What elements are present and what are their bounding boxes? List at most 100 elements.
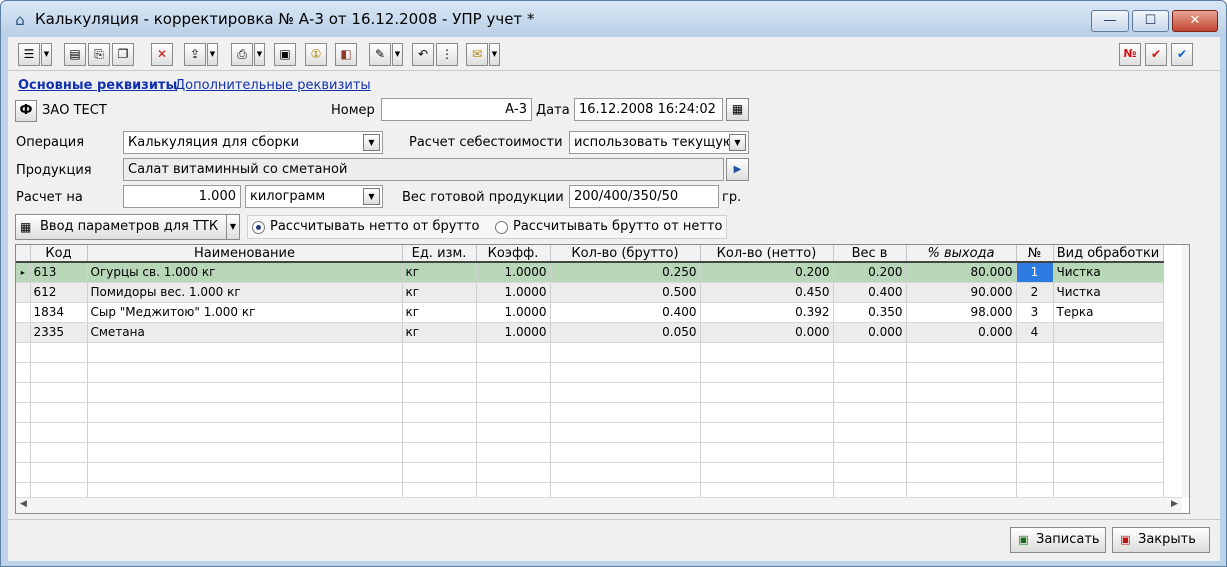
table-cell[interactable] bbox=[1016, 442, 1054, 463]
close-button[interactable]: ▣ Закрыть bbox=[1112, 527, 1210, 553]
table-cell[interactable] bbox=[476, 362, 551, 383]
table-row[interactable] bbox=[16, 382, 1164, 403]
row-indicator[interactable] bbox=[16, 462, 31, 483]
copy2-icon[interactable]: ❐ bbox=[112, 43, 134, 66]
calendar-icon[interactable]: ▦ bbox=[726, 98, 749, 121]
minimize-button[interactable]: — bbox=[1091, 10, 1129, 32]
table-cell[interactable] bbox=[87, 402, 403, 423]
column-header[interactable]: Кол-во (нетто) bbox=[700, 245, 834, 263]
check-blue-icon[interactable]: ✔ bbox=[1171, 43, 1193, 66]
table-cell[interactable] bbox=[906, 342, 1017, 363]
table-cell[interactable] bbox=[476, 402, 551, 423]
column-header[interactable]: Коэфф. bbox=[476, 245, 551, 263]
list-icon[interactable]: ☰ bbox=[18, 43, 40, 66]
table-cell[interactable] bbox=[833, 402, 907, 423]
check-red-icon[interactable]: ✔ bbox=[1145, 43, 1167, 66]
product-field[interactable]: Салат витаминный со сметаной bbox=[123, 158, 724, 181]
ttk-params-button[interactable]: ▦ Ввод параметров для ТТК bbox=[15, 214, 227, 240]
table-cell[interactable] bbox=[906, 362, 1017, 383]
row-indicator[interactable] bbox=[16, 302, 31, 323]
row-indicator[interactable] bbox=[16, 322, 31, 343]
table-cell[interactable] bbox=[30, 362, 88, 383]
table-cell[interactable] bbox=[833, 342, 907, 363]
table-cell[interactable]: Огурцы св. 1.000 кг bbox=[87, 262, 403, 283]
maximize-button[interactable]: ☐ bbox=[1132, 10, 1169, 32]
tab-main[interactable]: Основные реквизиты bbox=[18, 78, 177, 93]
table-cell[interactable] bbox=[1016, 382, 1054, 403]
table-cell[interactable] bbox=[402, 422, 477, 443]
export-dropdown[interactable]: ▼ bbox=[207, 43, 218, 66]
table-cell[interactable]: 0.200 bbox=[833, 262, 907, 283]
table-cell[interactable]: 90.000 bbox=[906, 282, 1017, 303]
weight-field[interactable]: 200/400/350/50 bbox=[569, 185, 719, 208]
table-cell[interactable] bbox=[1016, 342, 1054, 363]
table-cell[interactable]: 1.0000 bbox=[476, 282, 551, 303]
table-cell[interactable] bbox=[833, 422, 907, 443]
table-cell[interactable] bbox=[30, 462, 88, 483]
column-header[interactable]: Вес в bbox=[833, 245, 907, 263]
table-cell[interactable]: 612 bbox=[30, 282, 88, 303]
print-icon[interactable]: ⎙ bbox=[231, 43, 253, 66]
table-cell[interactable]: Терка bbox=[1053, 302, 1164, 323]
table-cell[interactable]: 2335 bbox=[30, 322, 88, 343]
table-cell[interactable]: кг bbox=[402, 322, 477, 343]
table-cell[interactable] bbox=[402, 382, 477, 403]
table-cell[interactable]: 0.000 bbox=[906, 322, 1017, 343]
table-cell[interactable] bbox=[550, 462, 701, 483]
chevron-down-icon[interactable]: ▼ bbox=[729, 134, 746, 151]
table-cell[interactable]: 0.400 bbox=[833, 282, 907, 303]
table-cell[interactable]: кг bbox=[402, 302, 477, 323]
ttk-params-dropdown[interactable]: ▼ bbox=[226, 214, 240, 240]
copy-icon[interactable]: ⎘ bbox=[88, 43, 110, 66]
table-cell[interactable] bbox=[833, 382, 907, 403]
table-cell[interactable]: 0.000 bbox=[833, 322, 907, 343]
print-dropdown[interactable]: ▼ bbox=[254, 43, 265, 66]
table-row[interactable]: 2335 Сметана кг 1.0000 0.050 0.000 0.000 0.000 4 bbox=[16, 322, 1164, 343]
table-cell[interactable] bbox=[402, 342, 477, 363]
radio-brutto-from-netto[interactable] bbox=[495, 221, 508, 234]
table-cell[interactable]: 1834 bbox=[30, 302, 88, 323]
scroll-left-icon[interactable]: ◀ bbox=[20, 499, 27, 509]
table-cell[interactable] bbox=[30, 342, 88, 363]
structure-icon[interactable]: ⋮ bbox=[436, 43, 458, 66]
column-header[interactable]: % выхода bbox=[906, 245, 1017, 263]
table-cell[interactable]: 4 bbox=[1016, 322, 1054, 343]
table-cell[interactable]: 2 bbox=[1016, 282, 1054, 303]
number-button[interactable]: № bbox=[1119, 43, 1141, 66]
table-cell[interactable] bbox=[1053, 362, 1164, 383]
table-cell[interactable] bbox=[476, 342, 551, 363]
envelope-dropdown[interactable]: ▼ bbox=[489, 43, 500, 66]
table-cell[interactable]: 1.0000 bbox=[476, 262, 551, 283]
envelope-icon[interactable]: ✉ bbox=[466, 43, 488, 66]
date-field[interactable]: 16.12.2008 16:24:02 bbox=[574, 98, 723, 121]
book-icon[interactable]: ◧ bbox=[335, 43, 357, 66]
table-cell[interactable]: Сметана bbox=[87, 322, 403, 343]
table-cell[interactable] bbox=[30, 382, 88, 403]
table-cell[interactable] bbox=[550, 402, 701, 423]
table-cell[interactable] bbox=[550, 342, 701, 363]
table-cell[interactable] bbox=[700, 442, 834, 463]
row-indicator[interactable] bbox=[16, 362, 31, 383]
edit-dropdown[interactable]: ▼ bbox=[392, 43, 403, 66]
coin-icon[interactable]: ① bbox=[305, 43, 327, 66]
delete-icon[interactable]: ✕ bbox=[151, 43, 173, 66]
table-cell[interactable]: 3 bbox=[1016, 302, 1054, 323]
table-cell[interactable]: 1.0000 bbox=[476, 322, 551, 343]
table-cell[interactable]: 0.400 bbox=[550, 302, 701, 323]
table-cell[interactable] bbox=[906, 442, 1017, 463]
calc-unit-select[interactable]: килограмм ▼ bbox=[245, 185, 383, 208]
table-cell[interactable] bbox=[30, 442, 88, 463]
column-header[interactable]: № bbox=[1016, 245, 1054, 263]
table-cell[interactable] bbox=[476, 462, 551, 483]
table-cell[interactable] bbox=[87, 422, 403, 443]
table-icon[interactable]: ▤ bbox=[64, 43, 86, 66]
column-header[interactable]: Код bbox=[30, 245, 88, 263]
table-cell[interactable] bbox=[30, 422, 88, 443]
table-cell[interactable] bbox=[1053, 402, 1164, 423]
scroll-right-icon[interactable]: ▶ bbox=[1171, 499, 1178, 509]
table-row[interactable]: 612 Помидоры вес. 1.000 кг кг 1.0000 0.500 0.… bbox=[16, 282, 1164, 303]
table-cell[interactable]: Сыр "Меджитою" 1.000 кг bbox=[87, 302, 403, 323]
edit-icon[interactable]: ✎ bbox=[369, 43, 391, 66]
table-cell[interactable]: Помидоры вес. 1.000 кг bbox=[87, 282, 403, 303]
table-row[interactable] bbox=[16, 342, 1164, 363]
